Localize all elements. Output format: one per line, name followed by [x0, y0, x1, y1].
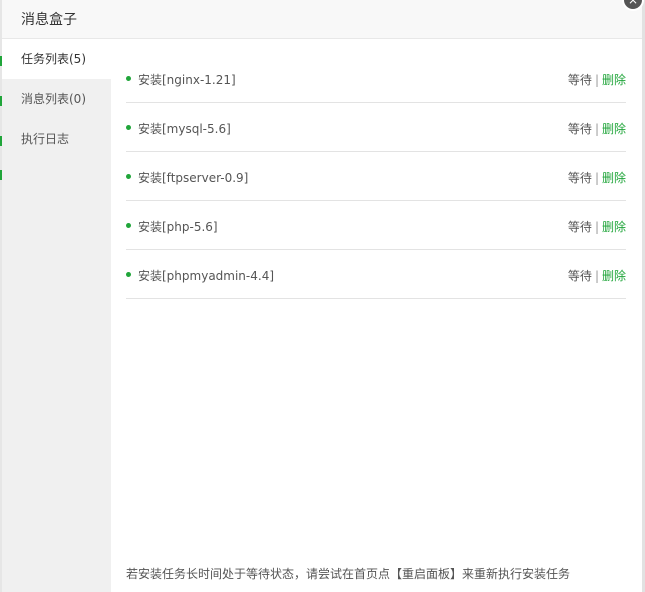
- task-row: 安装[ftpserver-0.9] 等待 | 删除: [126, 152, 626, 201]
- separator: |: [594, 171, 599, 185]
- status-dot-icon: [126, 174, 131, 179]
- task-actions: 等待 | 删除: [568, 218, 626, 235]
- task-actions: 等待 | 删除: [568, 71, 626, 88]
- task-status: 等待: [567, 220, 592, 234]
- sidebar-item-message-list[interactable]: 消息列表(0): [2, 79, 111, 119]
- delete-button[interactable]: 删除: [602, 73, 626, 87]
- delete-button[interactable]: 删除: [602, 220, 626, 234]
- task-actions: 等待 | 删除: [568, 267, 626, 284]
- dialog-title: 消息盒子: [21, 12, 77, 28]
- sidebar-item-label: 任务列表(5): [21, 52, 86, 66]
- task-name: 安装[phpmyadmin-4.4]: [138, 269, 275, 283]
- separator: |: [594, 122, 599, 136]
- footer-note: 若安装任务长时间处于等待状态，请尝试在首页点【重启面板】来重新执行安装任务: [126, 567, 571, 581]
- status-dot-icon: [126, 125, 131, 130]
- task-name: 安装[mysql-5.6]: [138, 122, 231, 136]
- separator: |: [594, 73, 599, 87]
- task-name: 安装[php-5.6]: [138, 220, 218, 234]
- delete-button[interactable]: 删除: [602, 171, 626, 185]
- separator: |: [594, 269, 599, 283]
- delete-button[interactable]: 删除: [602, 269, 626, 283]
- close-icon[interactable]: ×: [622, 0, 644, 11]
- task-status: 等待: [567, 269, 592, 283]
- task-list: 安装[nginx-1.21] 等待 | 删除 安装[mysql-5.6] 等待 | 删除…: [126, 54, 626, 299]
- dialog-header: 消息盒子 ×: [2, 0, 644, 39]
- sidebar-item-task-list[interactable]: 任务列表(5): [2, 39, 111, 79]
- task-status: 等待: [567, 122, 592, 136]
- task-status: 等待: [567, 171, 592, 185]
- status-dot-icon: [126, 272, 131, 277]
- separator: |: [594, 220, 599, 234]
- delete-button[interactable]: 删除: [602, 122, 626, 136]
- task-name: 安装[nginx-1.21]: [138, 73, 236, 87]
- sidebar-item-label: 消息列表(0): [21, 92, 86, 106]
- sidebar: 任务列表(5) 消息列表(0) 执行日志: [2, 39, 111, 592]
- task-row: 安装[php-5.6] 等待 | 删除: [126, 201, 626, 250]
- sidebar-item-label: 执行日志: [21, 132, 70, 146]
- task-row: 安装[nginx-1.21] 等待 | 删除: [126, 54, 626, 103]
- task-actions: 等待 | 删除: [568, 120, 626, 137]
- task-row: 安装[phpmyadmin-4.4] 等待 | 删除: [126, 250, 626, 299]
- task-row: 安装[mysql-5.6] 等待 | 删除: [126, 103, 626, 152]
- sidebar-item-execution-log[interactable]: 执行日志: [2, 119, 111, 159]
- task-actions: 等待 | 删除: [568, 169, 626, 186]
- status-dot-icon: [126, 223, 131, 228]
- task-name: 安装[ftpserver-0.9]: [138, 171, 249, 185]
- task-status: 等待: [567, 73, 592, 87]
- status-dot-icon: [126, 76, 131, 81]
